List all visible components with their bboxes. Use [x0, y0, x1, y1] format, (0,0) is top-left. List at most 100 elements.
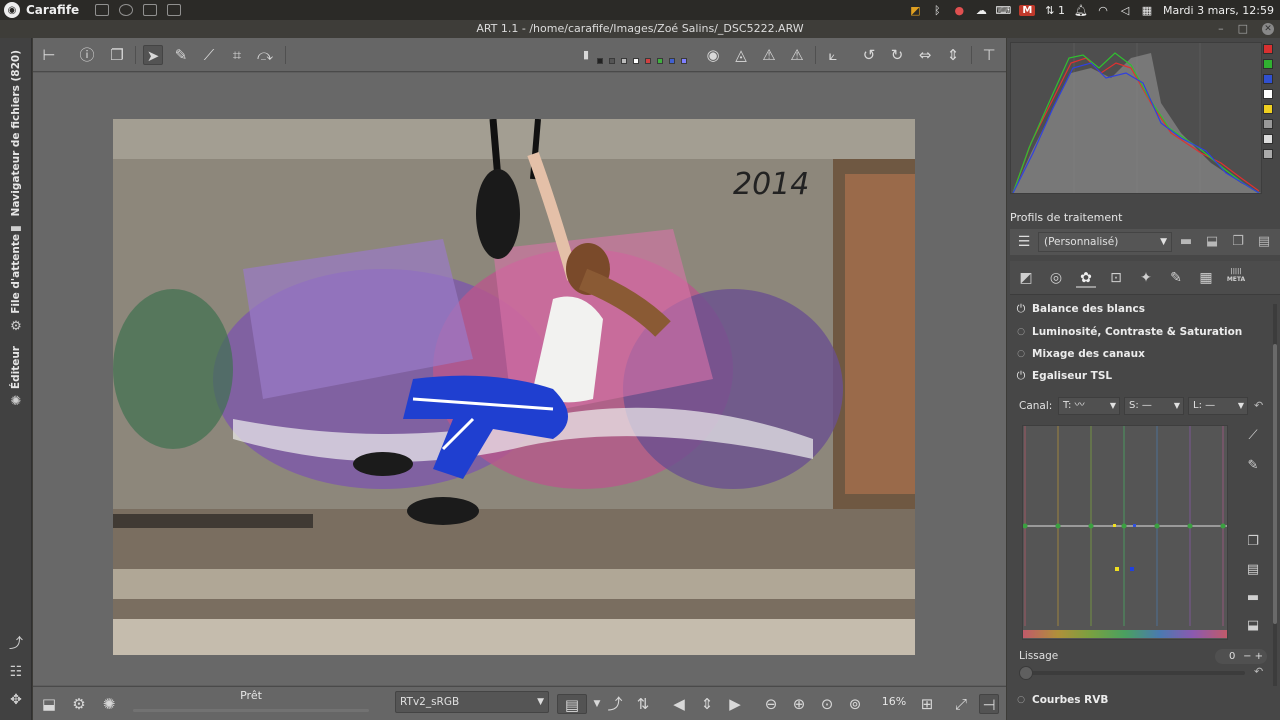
soft-proofing-icon[interactable]: ▤	[557, 694, 587, 714]
wifi-icon[interactable]: ◠	[1097, 4, 1109, 17]
histogram[interactable]	[1010, 42, 1262, 194]
tab-transform-icon[interactable]: ⊡	[1106, 268, 1126, 288]
mail-badge[interactable]: M	[1019, 4, 1036, 16]
copy-profile-icon[interactable]: ⤴	[605, 694, 625, 714]
bluetooth-icon[interactable]: ᛒ	[931, 4, 943, 17]
luminance-channel-select[interactable]: L: — ▼	[1188, 397, 1248, 415]
tab-queue[interactable]: File d'attente ⚙	[0, 234, 32, 334]
tab-local-edit-icon[interactable]: ✦	[1136, 268, 1156, 288]
settings-tray-icon[interactable]	[167, 4, 182, 16]
hand-tool-icon[interactable]: ➤	[143, 45, 163, 65]
session-user-name[interactable]: Carafife	[26, 3, 79, 17]
move-icon[interactable]: ✥	[8, 692, 24, 708]
toggle-top-panel-icon[interactable]: ⊤	[979, 45, 999, 65]
keyboard-icon[interactable]: ⌨	[995, 4, 1011, 17]
toggle-left-panel-icon[interactable]: ⊢	[39, 45, 59, 65]
histogram-channel-toggle[interactable]	[1263, 74, 1273, 84]
cloud-icon[interactable]: ☁	[975, 4, 987, 17]
copy-curve-icon[interactable]: ❐	[1244, 533, 1262, 551]
perspective-icon[interactable]: ⟀	[823, 45, 843, 65]
background-swatch[interactable]	[681, 58, 687, 64]
focus-mask-icon[interactable]: ◉	[703, 45, 723, 65]
background-swatch[interactable]	[657, 58, 663, 64]
notes-tray-icon[interactable]	[95, 4, 110, 16]
zoom-in-icon[interactable]: ⊕	[789, 694, 809, 714]
background-swatch[interactable]	[597, 58, 603, 64]
location-icon[interactable]: ●	[953, 4, 965, 17]
color-picker-tray-icon[interactable]: ◩	[909, 4, 921, 17]
smoothing-spinbox[interactable]: 0 − +	[1215, 649, 1267, 664]
zoom-100-icon[interactable]: ⊙	[817, 694, 837, 714]
tool-white-balance[interactable]: ⏻ Balance des blancs	[1010, 298, 1272, 320]
before-after-icon[interactable]: ❐	[107, 45, 127, 65]
picker-icon[interactable]: ✎	[1244, 457, 1262, 475]
record-tray-icon[interactable]	[119, 4, 134, 16]
tab-color-icon[interactable]: ✿	[1076, 268, 1096, 288]
new-detail-window-icon[interactable]: ⊞	[917, 694, 937, 714]
edit-point-icon[interactable]: ⟋	[1244, 427, 1262, 445]
sync-icon[interactable]: ⇅	[633, 694, 653, 714]
fullscreen-icon[interactable]: ⤢	[951, 694, 971, 714]
paste-curve-icon[interactable]: ▤	[1244, 561, 1262, 579]
tab-raw-icon[interactable]: ▦	[1196, 268, 1216, 288]
notification-bell-icon[interactable]: 🔔︎	[1074, 4, 1088, 17]
maximize-icon[interactable]: □	[1238, 20, 1248, 38]
profile-list-icon[interactable]: ☰	[1014, 232, 1034, 252]
tool-panel-scrollbar[interactable]	[1273, 304, 1277, 686]
histogram-channel-toggle[interactable]	[1263, 104, 1273, 114]
flip-horizontal-icon[interactable]: ⇔	[915, 45, 935, 65]
calendar-icon[interactable]: ▦	[1141, 4, 1153, 17]
smoothing-slider-handle[interactable]	[1019, 666, 1033, 680]
background-swatch[interactable]	[645, 58, 651, 64]
photo-preview[interactable]: 2014	[113, 119, 915, 655]
external-editor-icon[interactable]: ✺	[99, 694, 119, 714]
histogram-channel-toggle[interactable]	[1263, 44, 1273, 54]
tool-brightness-contrast[interactable]: ○ Luminosité, Contraste & Saturation	[1010, 321, 1272, 343]
histogram-channel-toggle[interactable]	[1263, 134, 1273, 144]
previous-image-icon[interactable]: ◀	[669, 694, 689, 714]
image-canvas[interactable]: 2014	[33, 73, 1006, 685]
soft-proofing-menu-icon[interactable]: ▼	[587, 694, 607, 714]
output-profile-select[interactable]: RTv2_sRGB ▼	[395, 691, 549, 713]
screen-tray-icon[interactable]	[143, 4, 158, 16]
paste-profile-icon[interactable]: ▤	[1254, 232, 1274, 252]
history-icon[interactable]: ⤴	[8, 636, 24, 652]
flip-vertical-icon[interactable]: ⇕	[943, 45, 963, 65]
histogram-channel-toggle[interactable]	[1263, 59, 1273, 69]
processing-profile-select[interactable]: (Personnalisé) ▼	[1038, 232, 1172, 252]
sharpening-mask-icon[interactable]: ◬	[731, 45, 751, 65]
rotate-tool-icon[interactable]: ⤼	[255, 45, 275, 65]
copy-profile-icon[interactable]: ❐	[1228, 232, 1248, 252]
white-balance-picker-icon[interactable]: ✎	[171, 45, 191, 65]
save-curve-icon[interactable]: ⬓	[1244, 617, 1262, 635]
close-icon[interactable]: ✕	[1262, 23, 1274, 35]
straighten-icon[interactable]: ⟋	[199, 45, 219, 65]
open-profile-icon[interactable]: ▬	[1176, 232, 1196, 252]
minus-plus-icon[interactable]: − +	[1243, 649, 1263, 664]
histogram-channel-toggle[interactable]	[1263, 119, 1273, 129]
sync-filmstrip-icon[interactable]: ⇕	[697, 694, 717, 714]
zoom-fit-icon[interactable]: ⊚	[845, 694, 865, 714]
scrollbar-thumb[interactable]	[1273, 344, 1277, 624]
window-title-bar[interactable]: ART 1.1 - /home/carafife/Images/Zoé Sali…	[0, 20, 1280, 38]
highlight-clipping-warning-icon[interactable]: ⚠	[787, 45, 807, 65]
reset-icon[interactable]: ↶	[1254, 665, 1263, 678]
swatch-handle-icon[interactable]: ▮	[581, 45, 591, 65]
rotate-right-icon[interactable]: ↻	[887, 45, 907, 65]
notification-count[interactable]: ⇅ 1	[1045, 4, 1065, 17]
background-swatch[interactable]	[621, 58, 627, 64]
hue-channel-select[interactable]: T: 〰 ▼	[1058, 397, 1120, 415]
info-icon[interactable]: ⓘ	[77, 45, 97, 65]
tab-effects-icon[interactable]: ✎	[1166, 268, 1186, 288]
tab-exposure-icon[interactable]: ◩	[1016, 268, 1036, 288]
tab-details-icon[interactable]: ◎	[1046, 268, 1066, 288]
tab-editor[interactable]: Éditeur ✺	[0, 346, 32, 409]
histogram-channel-toggle[interactable]	[1263, 89, 1273, 99]
tab-file-browser[interactable]: Navigateur de fichiers (820) ▬	[0, 50, 32, 236]
reset-icon[interactable]: ↶	[1254, 399, 1263, 412]
save-image-icon[interactable]: ⬓	[39, 694, 59, 714]
sliders-icon[interactable]: ☷	[8, 664, 24, 680]
open-curve-icon[interactable]: ▬	[1244, 589, 1262, 607]
volume-icon[interactable]: ◁	[1119, 4, 1131, 17]
tool-channel-mixer[interactable]: ○ Mixage des canaux	[1010, 343, 1272, 365]
